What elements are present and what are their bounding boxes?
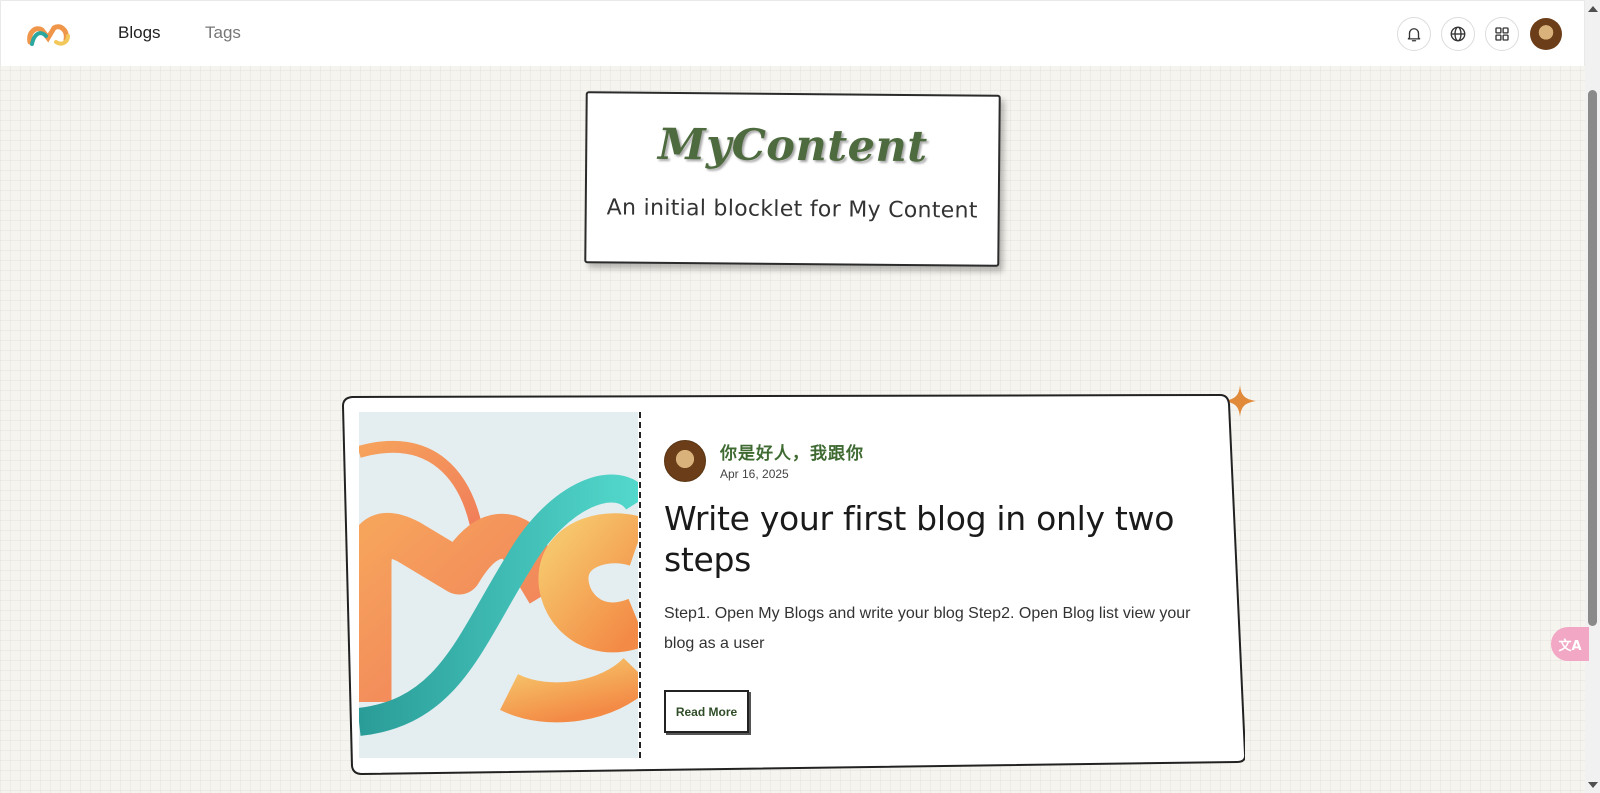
globe-icon [1450, 26, 1466, 42]
user-avatar[interactable] [1530, 18, 1562, 50]
top-header: Blogs Tags [0, 0, 1585, 66]
bell-icon [1407, 28, 1421, 42]
site-title: MyContent [657, 119, 928, 173]
scrollbar[interactable] [1585, 0, 1600, 793]
scroll-down-arrow-icon[interactable] [1588, 782, 1598, 788]
post-date: Apr 16, 2025 [720, 467, 789, 481]
translate-button[interactable]: 文A [1551, 627, 1589, 661]
post-excerpt: Step1. Open My Blogs and write your blog… [664, 605, 1191, 652]
apps-grid-icon [1495, 27, 1509, 41]
apps-button[interactable] [1485, 17, 1519, 51]
cover-art [359, 412, 638, 758]
mc-logo[interactable] [26, 20, 70, 50]
author-avatar[interactable] [664, 440, 706, 482]
post-title[interactable]: Write your first blog in only two steps [664, 498, 1224, 580]
hero-card: MyContent An initial blocklet for My Con… [584, 91, 1001, 267]
notifications-button[interactable] [1397, 17, 1431, 51]
site-subtitle: An initial blocklet for My Content [606, 195, 978, 224]
language-button[interactable] [1441, 17, 1475, 51]
nav-blogs[interactable]: Blogs [118, 23, 161, 43]
author-name[interactable]: 你是好人，我跟你 [720, 439, 864, 464]
read-more-button[interactable]: Read More [664, 690, 749, 733]
translate-icon: 文A [1558, 638, 1582, 654]
nav-tags[interactable]: Tags [205, 23, 241, 43]
blog-card[interactable]: 你是好人，我跟你 Apr 16, 2025 Write your first b… [340, 392, 1245, 777]
scroll-thumb[interactable] [1588, 90, 1597, 626]
post-cover-image[interactable] [359, 412, 638, 758]
scroll-up-arrow-icon[interactable] [1588, 6, 1598, 12]
card-divider [639, 412, 641, 758]
